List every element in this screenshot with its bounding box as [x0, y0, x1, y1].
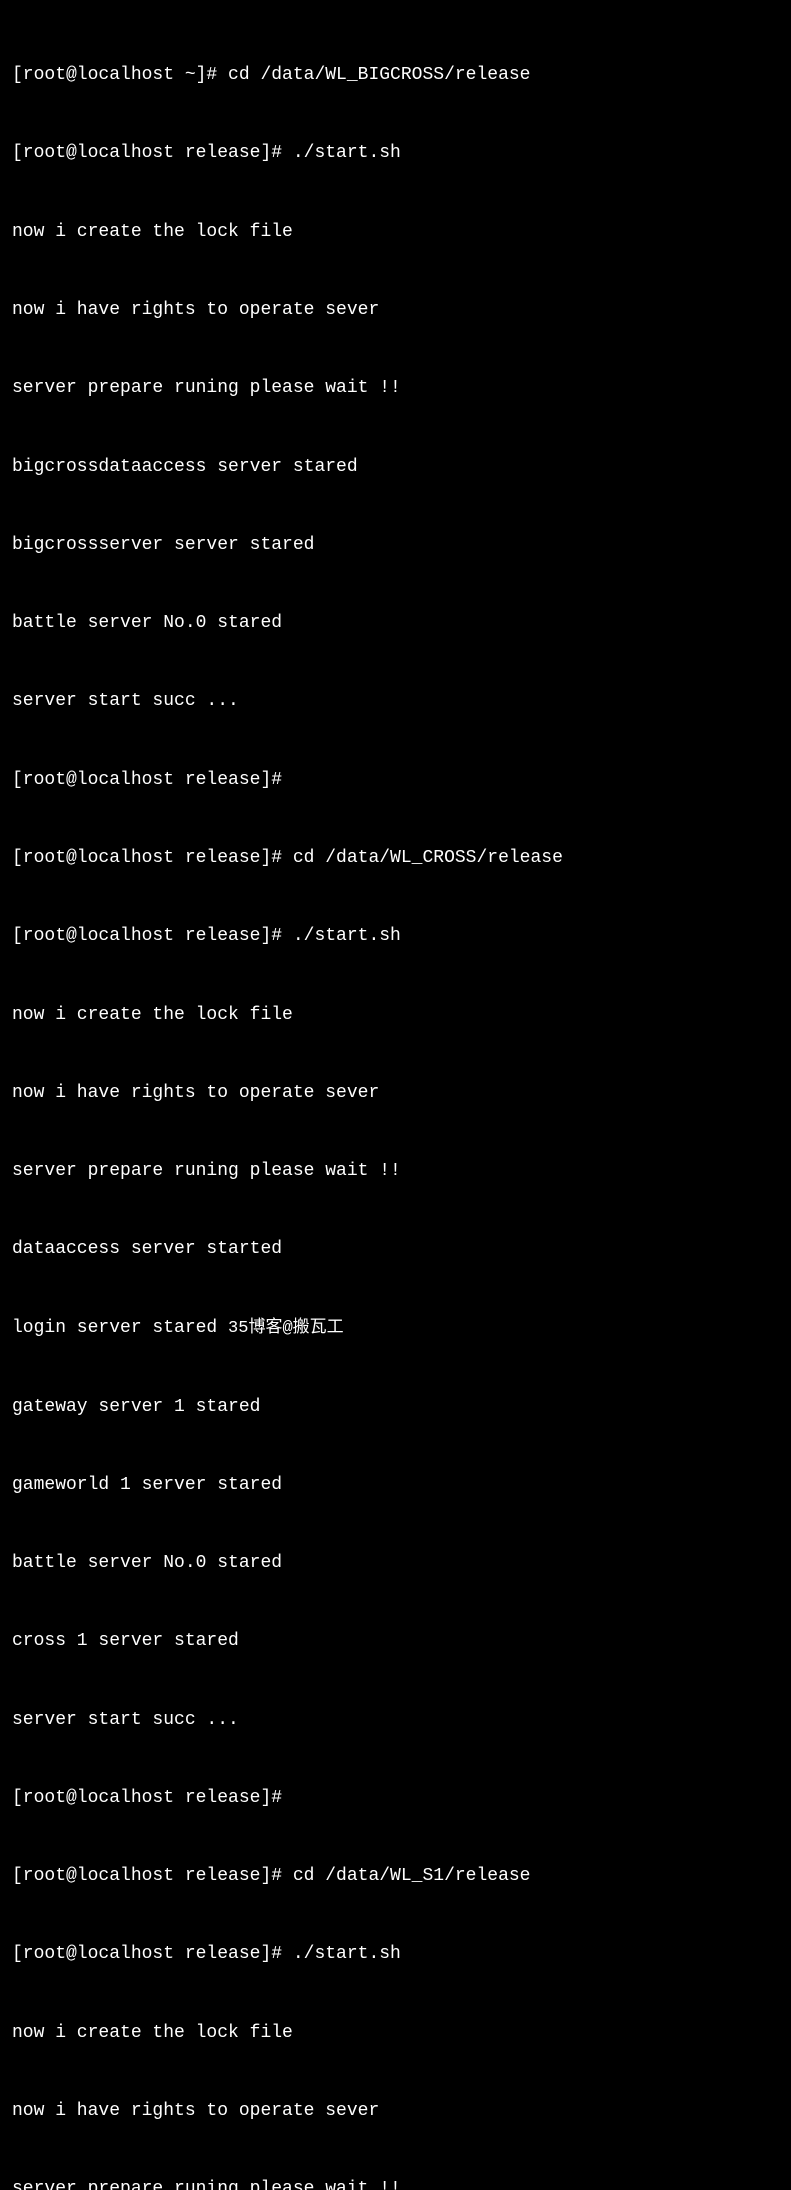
terminal-line: bigcrossdataaccess server stared	[12, 454, 779, 480]
terminal-line: [root@localhost release]# cd /data/WL_CR…	[12, 845, 779, 871]
terminal-line: server start succ ...	[12, 1707, 779, 1733]
terminal-line: now i create the lock file	[12, 1002, 779, 1028]
terminal-line: server prepare runing please wait !!	[12, 375, 779, 401]
terminal-line: gameworld 1 server stared	[12, 1472, 779, 1498]
terminal-line: battle server No.0 stared	[12, 610, 779, 636]
terminal-line: [root@localhost release]#	[12, 767, 779, 793]
terminal-line: bigcrossserver server stared	[12, 532, 779, 558]
terminal-line: battle server No.0 stared	[12, 1550, 779, 1576]
terminal-line: server prepare runing please wait !!	[12, 2176, 779, 2190]
terminal-line: [root@localhost ~]# cd /data/WL_BIGCROSS…	[12, 62, 779, 88]
terminal-line-prefix: login server stared	[12, 1318, 228, 1338]
terminal-line: dataaccess server started	[12, 1236, 779, 1262]
terminal-line: now i create the lock file	[12, 219, 779, 245]
terminal-line-with-watermark: login server stared 35博客@搬瓦工	[12, 1315, 779, 1342]
terminal-line: server prepare runing please wait !!	[12, 1158, 779, 1184]
terminal-output: [root@localhost ~]# cd /data/WL_BIGCROSS…	[12, 10, 779, 2190]
terminal-line: cross 1 server stared	[12, 1628, 779, 1654]
terminal-line: gateway server 1 stared	[12, 1394, 779, 1420]
terminal-line: server start succ ...	[12, 688, 779, 714]
terminal-line: [root@localhost release]#	[12, 1785, 779, 1811]
terminal-line: [root@localhost release]# cd /data/WL_S1…	[12, 1863, 779, 1889]
terminal-line: [root@localhost release]# ./start.sh	[12, 1941, 779, 1967]
terminal-line: [root@localhost release]# ./start.sh	[12, 923, 779, 949]
terminal-line: now i have rights to operate sever	[12, 1080, 779, 1106]
terminal-line: now i have rights to operate sever	[12, 297, 779, 323]
terminal-line: now i have rights to operate sever	[12, 2098, 779, 2124]
terminal-line: now i create the lock file	[12, 2020, 779, 2046]
terminal-line: [root@localhost release]# ./start.sh	[12, 140, 779, 166]
watermark-text: 35博客@搬瓦工	[228, 1319, 344, 1338]
